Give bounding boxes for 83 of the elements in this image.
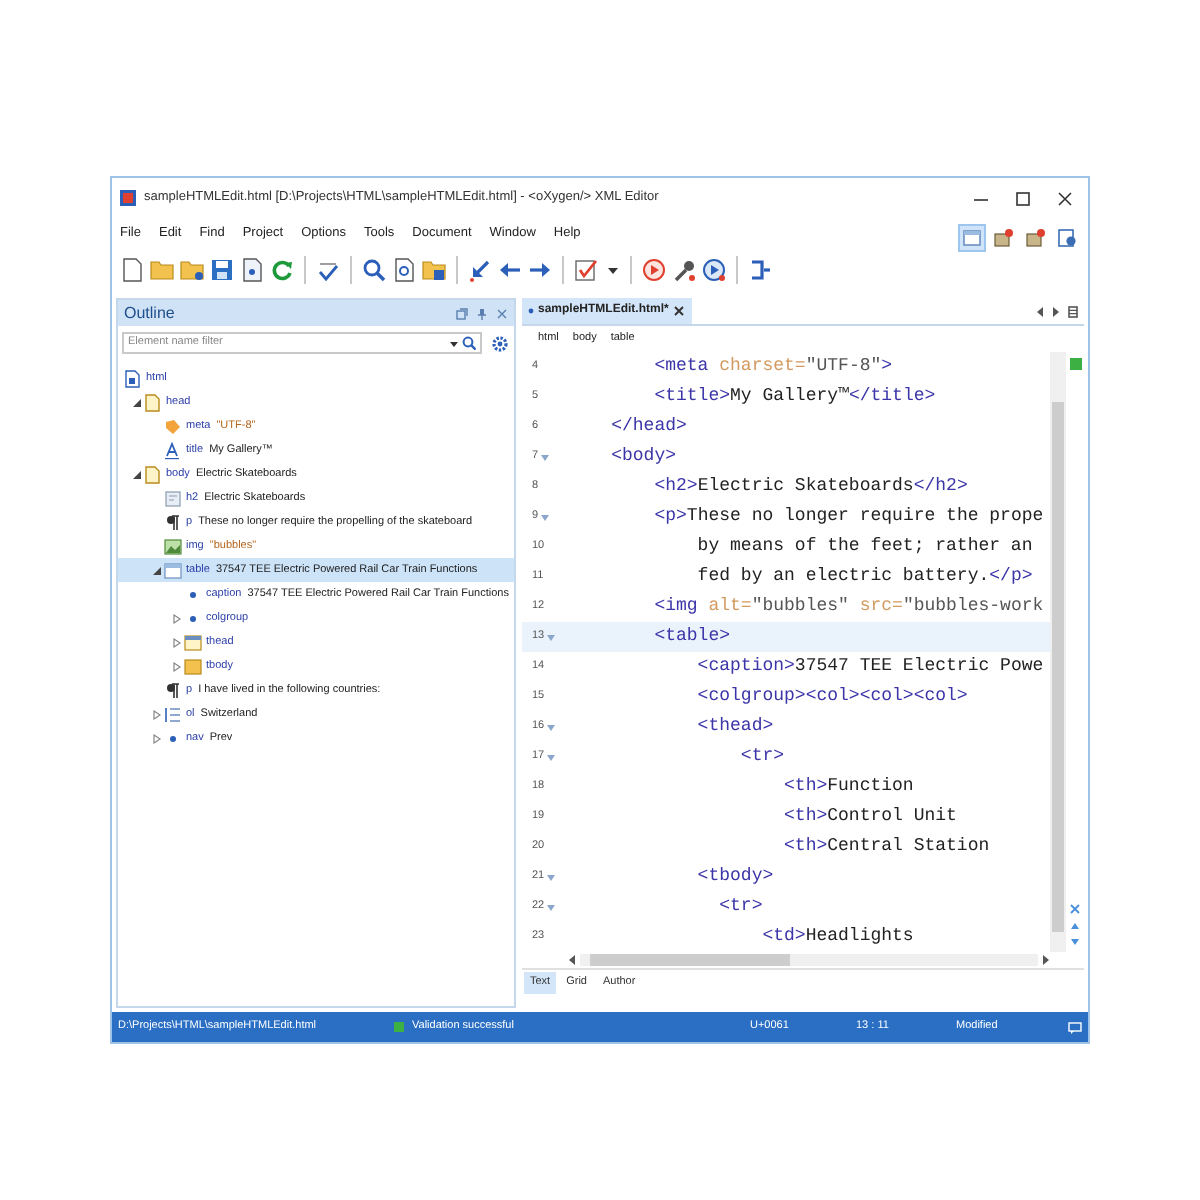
code-line: <tr> bbox=[717, 894, 765, 920]
app-icon bbox=[120, 190, 136, 206]
modified-dot-icon bbox=[528, 308, 534, 314]
validate-icon[interactable] bbox=[574, 258, 598, 282]
pin-icon[interactable] bbox=[476, 307, 488, 319]
code-line: <img alt="bubbles" src="bubbles-work bbox=[652, 594, 1046, 620]
table-icon bbox=[184, 657, 202, 675]
code-line: <td>Headlights bbox=[760, 924, 916, 950]
editor-layout-icon[interactable] bbox=[962, 227, 982, 247]
maximize-icon[interactable] bbox=[1016, 191, 1030, 205]
framework-icon[interactable] bbox=[1026, 227, 1046, 247]
right-arrow-icon[interactable] bbox=[1052, 305, 1060, 317]
right-arrow-icon[interactable] bbox=[1042, 954, 1050, 966]
framework-icon[interactable] bbox=[994, 227, 1014, 247]
left-arrow-icon[interactable] bbox=[1036, 305, 1044, 317]
gear-icon[interactable] bbox=[492, 335, 508, 351]
code-line: <h2>Electric Skateboards</h2> bbox=[652, 474, 970, 500]
code-line: fed by an electric battery.</p> bbox=[695, 564, 1035, 590]
folder-icon[interactable] bbox=[180, 258, 204, 282]
caret-icon[interactable] bbox=[450, 337, 458, 349]
pilcrow-icon bbox=[164, 513, 182, 531]
code-line: <thead> bbox=[695, 714, 776, 740]
arrow-icon[interactable] bbox=[468, 258, 492, 282]
code-line: <p>These no longer require the prope bbox=[652, 504, 1046, 530]
status-marker-icon bbox=[1069, 358, 1081, 370]
horizontal-scrollbar[interactable] bbox=[580, 954, 1038, 966]
menu-icon[interactable] bbox=[1068, 305, 1078, 317]
expanded-icon[interactable] bbox=[151, 565, 161, 575]
close-icon[interactable] bbox=[1058, 191, 1072, 205]
document-icon bbox=[124, 369, 142, 387]
code-line: <tr> bbox=[738, 744, 787, 770]
pilcrow-icon bbox=[164, 681, 182, 699]
expanded-icon[interactable] bbox=[131, 397, 141, 407]
spellcheck-icon[interactable] bbox=[316, 258, 340, 282]
code-line: <th>Function bbox=[782, 774, 916, 800]
find-file-icon[interactable] bbox=[392, 258, 416, 282]
search-icon[interactable] bbox=[362, 258, 386, 282]
page-icon bbox=[144, 465, 162, 483]
forward-icon[interactable] bbox=[528, 258, 552, 282]
code-line: <caption>37547 TEE Electric Powe bbox=[695, 654, 1046, 680]
search-icon[interactable] bbox=[462, 336, 476, 350]
code-line: by means of the feet; rather an bbox=[695, 534, 1035, 560]
restore-icon[interactable] bbox=[456, 307, 468, 319]
panel-title: Outline bbox=[124, 301, 175, 325]
table-icon bbox=[164, 561, 182, 579]
list-icon bbox=[164, 705, 182, 723]
page-icon bbox=[144, 393, 162, 411]
expanded-icon[interactable] bbox=[131, 469, 141, 479]
comment-icon[interactable] bbox=[1068, 1021, 1082, 1033]
collapsed-icon[interactable] bbox=[171, 661, 181, 671]
code-line: <tbody> bbox=[695, 864, 776, 890]
heading-icon bbox=[164, 489, 182, 507]
left-arrow-icon[interactable] bbox=[568, 954, 576, 966]
close-icon[interactable] bbox=[672, 304, 687, 318]
back-icon[interactable] bbox=[498, 258, 522, 282]
collapsed-icon[interactable] bbox=[151, 709, 161, 719]
font-icon bbox=[164, 441, 182, 459]
review-icon[interactable] bbox=[1058, 227, 1078, 247]
bracket-icon[interactable] bbox=[748, 258, 772, 282]
wrench-icon[interactable] bbox=[672, 258, 696, 282]
table-icon bbox=[184, 633, 202, 651]
up-arrow-icon[interactable] bbox=[1070, 922, 1080, 930]
code-line: <colgroup><col><col><col> bbox=[695, 684, 970, 710]
run-icon[interactable] bbox=[642, 258, 666, 282]
code-line: <th>Central Station bbox=[782, 834, 992, 860]
image-icon bbox=[164, 537, 182, 555]
document-icon[interactable] bbox=[240, 258, 264, 282]
new-file-icon[interactable] bbox=[120, 258, 144, 282]
tag-icon bbox=[164, 417, 182, 435]
refresh-icon[interactable] bbox=[270, 258, 294, 282]
collapsed-icon[interactable] bbox=[171, 613, 181, 623]
save-icon[interactable] bbox=[210, 258, 234, 282]
code-line: </head> bbox=[609, 414, 689, 440]
code-line: <th>Control Unit bbox=[782, 804, 959, 830]
find-folder-icon[interactable] bbox=[422, 258, 446, 282]
down-arrow-icon[interactable] bbox=[1070, 938, 1080, 946]
code-line: <meta charset="UTF-8"> bbox=[652, 354, 895, 380]
play-icon[interactable] bbox=[702, 258, 726, 282]
collapsed-icon[interactable] bbox=[151, 733, 161, 743]
collapsed-icon[interactable] bbox=[171, 637, 181, 647]
code-line: <body> bbox=[609, 444, 679, 470]
code-line: <title>My Gallery™</title> bbox=[652, 384, 938, 410]
vertical-scrollbar[interactable] bbox=[1050, 352, 1066, 952]
